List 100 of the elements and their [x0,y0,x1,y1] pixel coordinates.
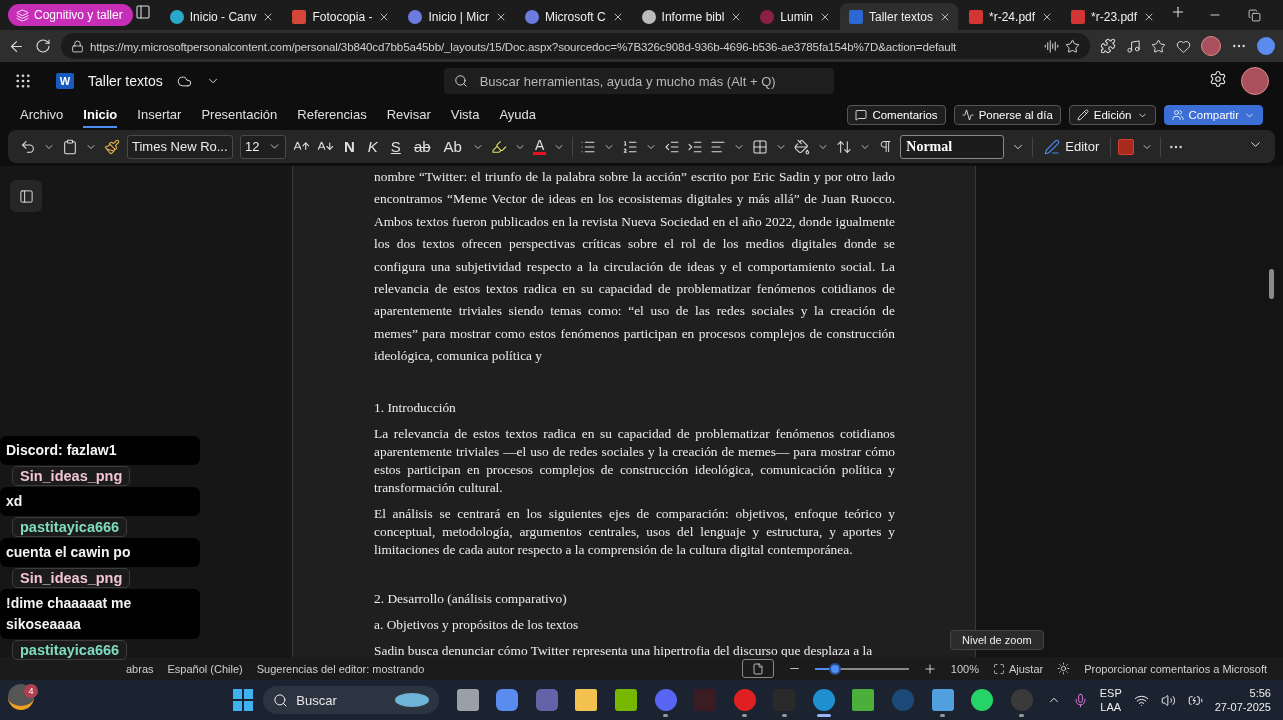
volume-icon[interactable] [1160,692,1176,708]
paragraph-mark-icon[interactable] [878,139,894,154]
favorite-star-icon[interactable] [1065,38,1080,54]
section-heading: 1. Introducción [374,398,457,417]
ribbon-tab[interactable]: Revisar [386,102,431,128]
address-field[interactable]: https://my.microsoftpersonalcontent.com/personal/3b840cd7bb5a45bb/_layouts/15/Doc.aspx?sourcedoc=%7B326c908d-936b-4696-b536-ae3785fa154b%7D&action=default [61,33,1090,59]
taskbar-search-field[interactable]: Buscar [263,686,439,714]
app-logo: W [56,73,74,89]
browser-tab[interactable]: Microsoft C [515,3,631,30]
ribbon-tab[interactable]: Inicio [83,102,118,128]
page-view-button[interactable] [741,659,774,678]
restore-icon[interactable] [1248,8,1262,22]
profile-avatar[interactable] [1241,67,1269,95]
browser-tab[interactable]: Fotocopia - [283,3,398,30]
line-spacing-icon[interactable] [836,138,853,155]
chat-username: pastitayica666 [12,640,128,660]
style-dropdown[interactable]: Normal [900,134,1005,159]
font-name-dropdown[interactable]: Times New Ro... [127,134,233,159]
fit-icon [992,662,1005,675]
microphone-icon[interactable] [1072,692,1088,708]
underline-button[interactable]: S [387,138,404,155]
borders-icon[interactable] [752,138,769,155]
editor-button[interactable]: Editor [1040,138,1104,155]
document-paragraph: El análisis se centrará en los siguientes ejes de comparación: objetivos, enfoque teórico y conceptual, metodología, argumentos centrales, usos del lenguaje y estructura, y aportes y limitaciones de cada autor respecto a la comprensión de la cultura digital contemporánea. [374,504,895,559]
browser-tab[interactable]: *r-23.pdf [1062,3,1163,30]
ribbon-tab[interactable]: Vista [450,102,480,128]
browser-tab[interactable]: Taller textos [840,3,959,30]
read-aloud-icon[interactable] [1044,38,1059,54]
comment-icon [855,109,868,121]
people-icon [1171,109,1184,121]
zoom-in-icon[interactable] [922,661,937,676]
font-color-button[interactable]: A [532,138,547,155]
browser-tab[interactable]: *r-24.pdf [960,3,1061,30]
chat-username: pastitayica666 [12,517,128,537]
scrollbar-thumb[interactable] [1269,269,1274,299]
zoom-percentage[interactable]: 100% [950,662,979,675]
navigation-pane-button[interactable] [10,180,42,212]
numbered-list-icon[interactable] [622,138,639,155]
highlighter-icon[interactable] [490,138,507,155]
heart-icon[interactable] [1176,38,1191,54]
browser-tab[interactable]: Lumin [751,3,838,30]
cloud-saved-icon [176,73,192,89]
section-heading: 2. Desarrollo (análisis comparativo) [374,589,568,608]
browser-tab[interactable]: Inicio | Micr [399,3,514,30]
settings-icon[interactable] [1209,70,1227,88]
app-launcher-icon[interactable] [14,72,32,90]
search-icon [453,74,468,88]
search-field[interactable]: Buscar herramientas, ayuda y mucho más (Alt + Q) [443,68,834,94]
tab-group-label[interactable]: Cognitivo y taller [8,4,133,26]
catch-up-button[interactable]: Ponerse al día [953,105,1061,125]
tab-actions-icon[interactable] [134,4,151,20]
share-button[interactable]: Compartir [1163,105,1263,125]
section-heading: a. Objetivos y propósitos de los textos [374,615,580,634]
bold-button[interactable]: N [341,138,358,155]
document-paragraph: nombre “Twitter: el triunfo de la palabra sobre la acción” escrito por Eric Sadin y por otro lado encontramos “Meme Vector de ideas en los ecosistemas digitales y más allá” de Juan Ruocco. Ambos textos fueron publicados en la revista Nueva Sociedad en el año 2022, donde igualmente los dos textos ofrecen perspectivas críticas sobre el rol de los medios digitales donde se configura una subjetividad respecto a la circulación de ideas y el comportamiento social. La relevancia de estos textos radica en su capacidad de problematizar fenómenos cotidianos de aparentemente triviales siendo temas como: “el uso de las redes sociales y la creación de memes” para mostrar como estos fenómenos participan en procesos complejos de construcción ideológica, comunica política y [374,168,895,366]
zoom-slider-thumb[interactable] [829,662,842,675]
profile-avatar[interactable] [1201,36,1221,56]
fit-button[interactable]: Ajustar [992,662,1044,675]
clock[interactable]: 5:56 27-07-2025 [1214,686,1271,714]
status-text: Español (Chile) [167,662,243,675]
ribbon-tab[interactable]: Ayuda [499,102,537,128]
font-size-dropdown[interactable]: 12 [240,134,286,159]
status-text: abras [126,662,154,675]
music-note-icon[interactable] [1126,38,1141,54]
document-title[interactable]: Taller textos [88,73,163,89]
ribbon-tab[interactable]: Referencias [297,102,367,128]
document-paragraph: La relevancia de estos textos radica en su capacidad de problematizar fenómenos cotidianos aparentemente triviales —el uso de redes sociales y la creación de memes— para mostrar cómo estos participan en procesos complejos de construcción ideológica, comunicación política y transformación cultural. [374,424,895,497]
browser-tab[interactable]: Inicio - Canv [160,3,282,30]
tooltip: Nivel de zoom [950,630,1044,650]
chat-message: xd [0,487,200,516]
paintbrush-icon[interactable] [104,138,120,155]
styles-gallery-icon[interactable] [1118,138,1135,155]
status-text: Sugerencias del editor: mostrando [256,662,425,675]
favorites-icon[interactable] [1151,38,1166,54]
browser-tab[interactable]: Informe bibl [632,3,750,30]
start-button[interactable] [233,689,254,711]
search-icon [273,692,289,708]
editing-mode-button[interactable]: Edición [1068,105,1156,125]
chat-message: cuenta el cawin po [0,538,200,567]
lock-icon [71,39,84,53]
chat-message: Discord: fazlaw1 [0,436,200,465]
ribbon-tab[interactable]: Insertar [137,102,182,128]
strikethrough-button[interactable]: ab [410,138,434,155]
paint-bucket-icon[interactable] [794,138,811,155]
undo-icon[interactable] [20,138,36,155]
clipboard-icon[interactable] [62,138,78,155]
ribbon-tab[interactable]: Presentación [201,102,278,128]
extensions-icon[interactable] [1100,38,1116,54]
pen-icon [1044,138,1061,155]
change-case-button[interactable]: Ab [440,138,465,155]
comments-button[interactable]: Comentarios [847,105,946,125]
ribbon-tab[interactable]: Archivo [20,102,64,128]
feedback-link[interactable]: Proporcionar comentarios a Microsoft [1084,662,1267,675]
pulse-icon [961,109,974,121]
page-icon [751,662,764,675]
brightness-icon[interactable] [1057,662,1071,675]
input-language[interactable]: ESP LAA [1099,686,1122,714]
chat-message: !dime chaaaaat me sikoseaaaa [0,589,200,639]
reload-icon[interactable] [35,38,51,54]
italic-button[interactable]: K [364,138,381,155]
